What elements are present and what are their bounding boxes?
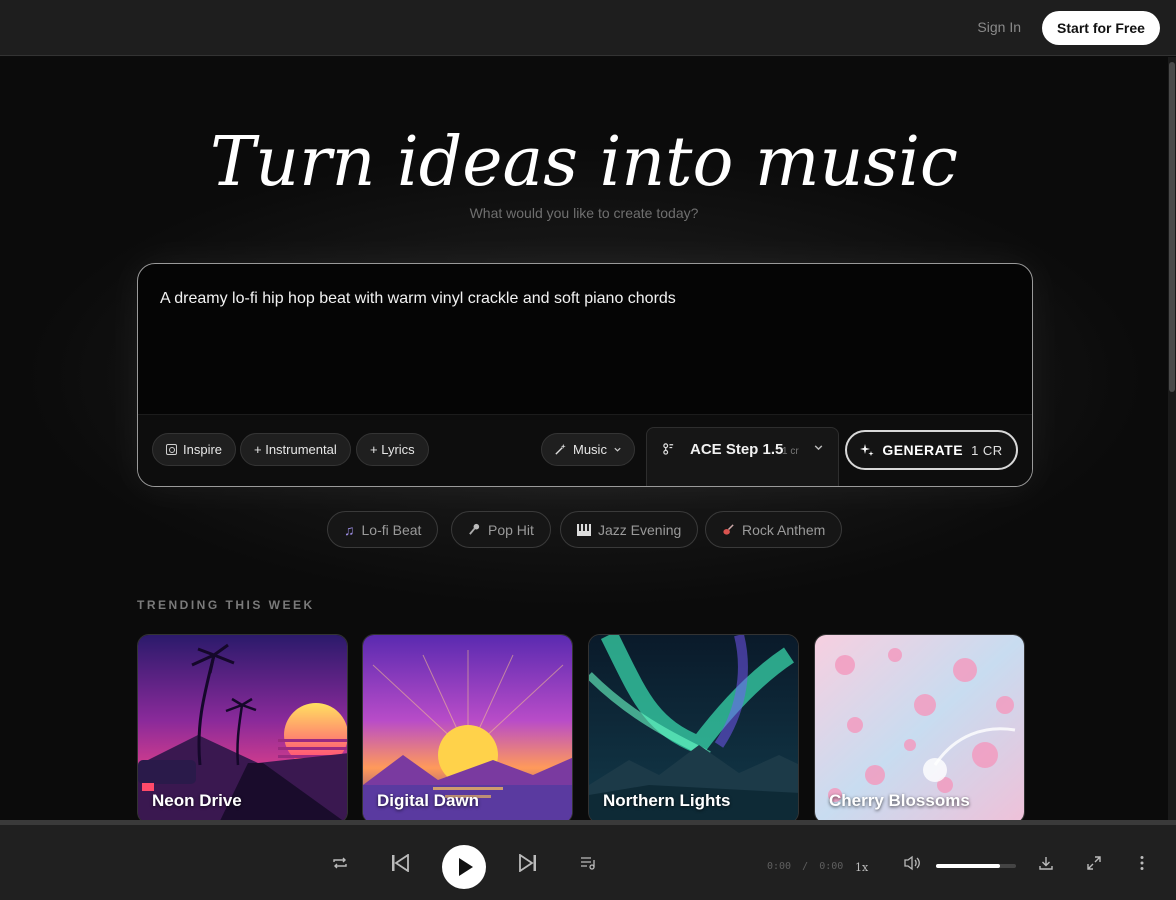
track-title: Cherry Blossoms: [829, 791, 970, 810]
generate-cost: 1 CR: [971, 442, 1003, 458]
generate-button[interactable]: GENERATE 1 CR: [845, 430, 1018, 470]
suggestion-rock-anthem[interactable]: Rock Anthem: [705, 511, 843, 548]
track-title: Digital Dawn: [377, 791, 480, 810]
track-card[interactable]: Neon Drive: [137, 634, 348, 820]
main-content: Turn ideas into music What would you lik…: [0, 57, 1168, 820]
model-icon: [662, 442, 675, 458]
hero-subtitle: What would you like to create today?: [469, 205, 699, 221]
instrumental-label: + Instrumental: [254, 442, 337, 457]
expand-icon: [1087, 856, 1101, 870]
suggestion-pop-hit[interactable]: Pop Hit: [451, 511, 551, 548]
time-display: 0:00 / 0:00: [767, 861, 843, 872]
model-name: ACE Step 1.5: [690, 441, 784, 458]
suggestion-jazz-evening[interactable]: Jazz Evening: [560, 511, 699, 548]
playback-speed-button[interactable]: 1x: [855, 861, 868, 874]
more-options-button[interactable]: [1132, 853, 1152, 873]
lyrics-button[interactable]: + Lyrics: [356, 433, 429, 466]
skip-next-icon: [519, 854, 536, 872]
volume-icon: [904, 855, 920, 871]
suggestion-label: Rock Anthem: [742, 521, 826, 538]
hero-title: Turn ideas into music: [209, 123, 959, 202]
next-button[interactable]: [516, 851, 540, 875]
repeat-icon: [333, 857, 347, 869]
magic-wand-icon: [555, 443, 566, 455]
track-card[interactable]: Digital Dawn: [362, 634, 573, 820]
volume-level: [936, 864, 1000, 868]
suggestion-label: Pop Hit: [488, 521, 534, 538]
expand-button[interactable]: [1084, 853, 1104, 873]
top-bar: Sign In Start for Free: [0, 0, 1176, 56]
track-title: Northern Lights: [603, 791, 731, 810]
model-selector[interactable]: ACE Step 1.5 1 cr: [646, 427, 839, 486]
piano-icon: [577, 523, 591, 536]
duration: 0:00: [819, 861, 844, 872]
suggestion-label: Jazz Evening: [598, 521, 682, 538]
sparkle-icon: [860, 444, 874, 456]
mode-dropdown[interactable]: Music: [541, 433, 635, 466]
track-card[interactable]: Northern Lights: [588, 634, 799, 820]
inspire-label: Inspire: [183, 442, 223, 457]
audio-player: 0:00 / 0:00 1x: [0, 820, 1176, 900]
track-card[interactable]: Cherry Blossoms: [814, 634, 1025, 820]
music-note-icon: ♫: [344, 521, 355, 538]
suggestion-label: Lo-fi Beat: [361, 521, 422, 538]
repeat-button[interactable]: [330, 853, 350, 873]
trending-heading: TRENDING THIS WEEK: [137, 598, 315, 612]
guitar-icon: [723, 524, 734, 535]
track-title: Neon Drive: [152, 791, 242, 810]
chevron-down-icon: [614, 447, 621, 452]
prompt-box[interactable]: A dreamy lo-fi hip hop beat with warm vi…: [137, 263, 1033, 487]
microphone-icon: [469, 523, 480, 535]
current-time: 0:00: [767, 861, 792, 872]
play-button[interactable]: [442, 845, 486, 889]
playlist-icon: [581, 857, 595, 870]
download-icon: [1039, 857, 1053, 870]
skip-previous-icon: [392, 854, 409, 872]
sign-in-link[interactable]: Sign In: [977, 19, 1021, 35]
more-vertical-icon: [1140, 856, 1144, 870]
inspire-button[interactable]: Inspire: [152, 433, 237, 466]
mode-label: Music: [573, 442, 607, 457]
model-chevron-icon: [813, 442, 824, 456]
start-for-free-button[interactable]: Start for Free: [1042, 11, 1160, 45]
scrollbar-thumb[interactable]: [1169, 62, 1175, 392]
suggestion-lofi-beat[interactable]: ♫ Lo-fi Beat: [327, 511, 439, 548]
generate-label: GENERATE: [882, 442, 964, 458]
model-cost: 1 cr: [782, 446, 799, 457]
play-icon: [459, 858, 473, 876]
time-separator: /: [802, 861, 809, 872]
download-button[interactable]: [1036, 853, 1056, 873]
volume-slider[interactable]: [936, 864, 1016, 868]
prompt-input[interactable]: A dreamy lo-fi hip hop beat with warm vi…: [160, 290, 676, 308]
previous-button[interactable]: [388, 851, 412, 875]
queue-button[interactable]: [578, 853, 598, 873]
instrumental-button[interactable]: + Instrumental: [240, 433, 351, 466]
volume-button[interactable]: [902, 854, 922, 872]
dice-icon: [166, 444, 177, 455]
lyrics-label: + Lyrics: [370, 442, 415, 457]
